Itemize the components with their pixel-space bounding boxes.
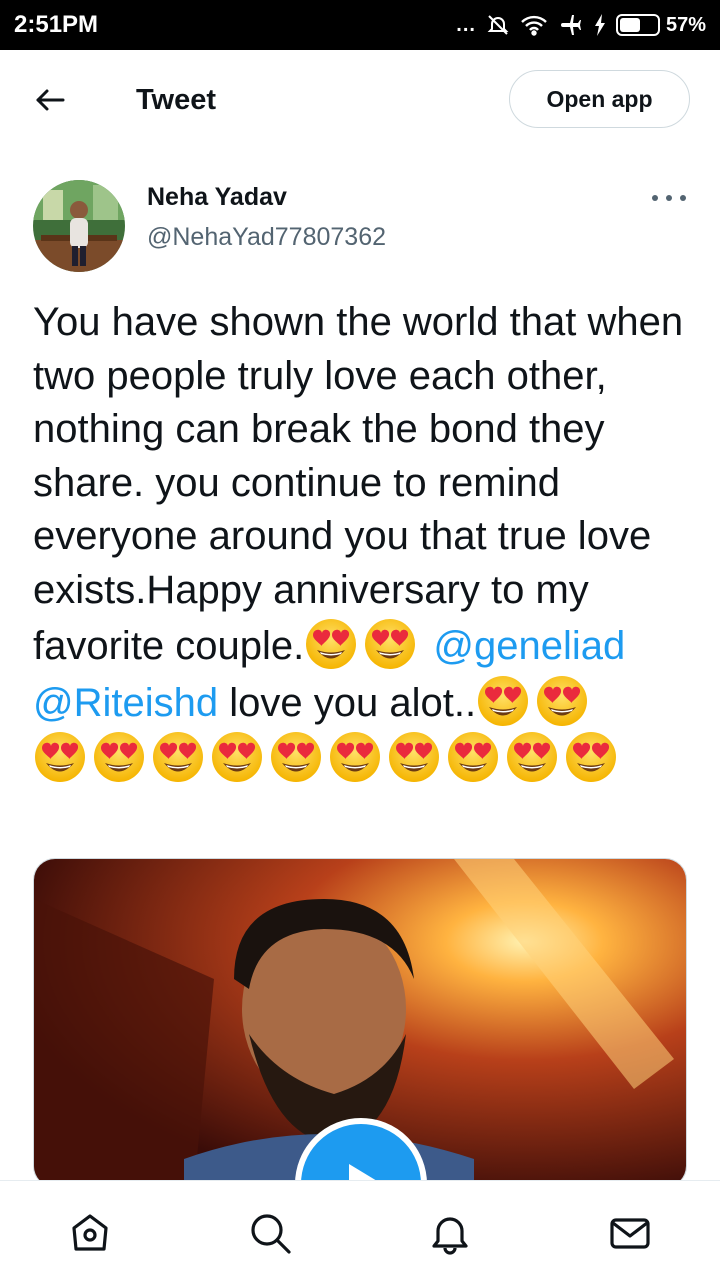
emoji-group-2 (476, 675, 594, 726)
nav-notifications[interactable] (428, 1211, 472, 1255)
heart-eyes-emoji (387, 730, 441, 784)
more-dot (680, 195, 686, 201)
home-icon (72, 1214, 108, 1251)
status-bar: 2:51PM ... 57% (0, 0, 720, 50)
heart-eyes-emoji (33, 730, 87, 784)
heart-eyes-emoji (210, 730, 264, 784)
more-notifications-icon: ... (456, 13, 476, 36)
heart-eyes-emoji (446, 730, 500, 784)
heart-eyes-emoji (564, 730, 618, 784)
mention-geneliad[interactable]: @geneliad (433, 624, 625, 668)
nav-search[interactable] (248, 1211, 292, 1255)
more-dot (666, 195, 672, 201)
open-app-button[interactable]: Open app (509, 70, 690, 128)
bell-muted-icon (487, 15, 509, 35)
battery-indicator: 57% (615, 13, 706, 37)
emoji-group-1 (304, 619, 422, 669)
back-button[interactable] (30, 80, 70, 120)
tweet-text-tail: love you alot.. (218, 680, 477, 725)
more-dot (652, 195, 658, 201)
heart-eyes-emoji (505, 730, 559, 784)
battery-percent: 57% (665, 13, 706, 36)
mention-riteishd[interactable]: @Riteishd (33, 681, 218, 725)
emoji-group-3 (33, 732, 623, 782)
charging-icon (594, 14, 605, 36)
search-icon (251, 1214, 291, 1254)
heart-eyes-emoji (363, 617, 417, 671)
author-handle[interactable]: @NehaYad77807362 (147, 223, 386, 252)
battery-icon (615, 14, 660, 36)
heart-eyes-emoji (269, 730, 323, 784)
tweet-text: You have shown the world that when two p… (33, 296, 693, 787)
bottom-navigation (0, 1180, 720, 1280)
nav-messages[interactable] (608, 1211, 652, 1255)
status-time: 2:51PM (14, 11, 99, 38)
nav-home[interactable] (68, 1211, 112, 1255)
status-icons: ... 57% (456, 13, 706, 37)
heart-eyes-emoji (476, 674, 530, 728)
heart-eyes-emoji (328, 730, 382, 784)
page-title: Tweet (136, 84, 217, 116)
wifi-icon (521, 15, 547, 36)
notifications-icon (432, 1217, 468, 1255)
heart-eyes-emoji (151, 730, 205, 784)
heart-eyes-emoji (92, 730, 146, 784)
tweet-text-intro: You have shown the world that when two p… (33, 300, 684, 668)
messages-icon (610, 1218, 650, 1249)
heart-eyes-emoji (304, 617, 358, 671)
top-bar: Tweet Open app (0, 50, 720, 150)
heart-eyes-emoji (535, 674, 589, 728)
airplane-icon (560, 15, 581, 35)
arrow-left-icon (36, 89, 65, 111)
avatar[interactable] (33, 180, 125, 272)
author-name[interactable]: Neha Yadav (147, 183, 287, 212)
more-options-button[interactable] (652, 186, 686, 210)
